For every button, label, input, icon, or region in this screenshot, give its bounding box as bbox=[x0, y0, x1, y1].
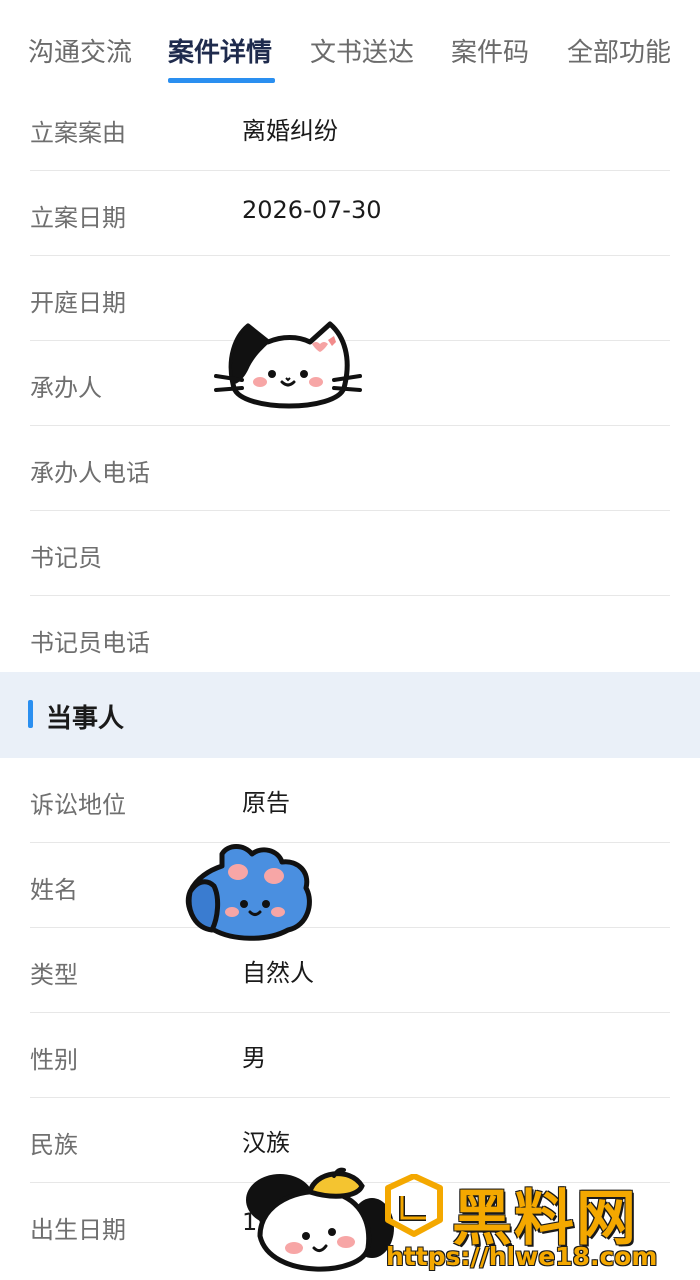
blue-creature-sticker-icon bbox=[185, 844, 312, 941]
detail-label: 承办人电话 bbox=[30, 459, 150, 487]
detail-label: 诉讼地位 bbox=[30, 791, 126, 819]
detail-label: 姓名 bbox=[30, 876, 78, 904]
detail-label: 立案日期 bbox=[30, 204, 126, 232]
tab-bar: 沟通交流 案件详情 文书送达 案件码 全部功能 bbox=[0, 0, 700, 90]
detail-value: 自然人 bbox=[242, 959, 314, 987]
detail-label: 承办人 bbox=[30, 374, 102, 402]
tab-document-delivery[interactable]: 文书送达 bbox=[310, 32, 414, 69]
detail-label: 出生日期 bbox=[30, 1216, 126, 1244]
detail-row-clerk: 书记员 bbox=[30, 511, 670, 596]
party-row-gender: 性别 男 bbox=[30, 1013, 670, 1098]
detail-row-cause: 立案案由 离婚纠纷 bbox=[30, 86, 670, 171]
tab-all-functions[interactable]: 全部功能 bbox=[567, 32, 671, 69]
party-row-litigation-status: 诉讼地位 原告 bbox=[30, 758, 670, 843]
party-row-type: 类型 自然人 bbox=[30, 928, 670, 1013]
detail-value: 原告 bbox=[242, 789, 290, 817]
cat-sticker-icon bbox=[214, 321, 362, 409]
party-row-name: 姓名 bbox=[30, 843, 670, 928]
detail-row-clerk-phone: 书记员电话 bbox=[30, 596, 670, 680]
detail-label: 民族 bbox=[30, 1131, 78, 1159]
detail-label: 书记员电话 bbox=[30, 629, 150, 657]
watermark-logo-icon bbox=[385, 1174, 443, 1237]
tab-case-code[interactable]: 案件码 bbox=[451, 32, 529, 69]
detail-label: 书记员 bbox=[30, 544, 102, 572]
detail-label: 立案案由 bbox=[30, 119, 126, 147]
party-section-header: 当事人 bbox=[0, 672, 700, 758]
site-watermark: 黑料网 https://hlwe18.com bbox=[380, 1168, 700, 1280]
watermark-url: https://hlwe18.com bbox=[386, 1242, 658, 1271]
section-accent-bar bbox=[28, 700, 33, 728]
detail-label: 性别 bbox=[30, 1046, 78, 1074]
detail-value: 2026-07-30 bbox=[242, 196, 382, 224]
detail-row-handler-phone: 承办人电话 bbox=[30, 426, 670, 511]
active-tab-indicator bbox=[168, 78, 275, 83]
detail-row-filing-date: 立案日期 2026-07-30 bbox=[30, 171, 670, 256]
tab-communication[interactable]: 沟通交流 bbox=[28, 32, 132, 69]
detail-label: 开庭日期 bbox=[30, 289, 126, 317]
detail-value: 男 bbox=[242, 1044, 266, 1072]
detail-label: 类型 bbox=[30, 961, 78, 989]
tab-case-details[interactable]: 案件详情 bbox=[168, 32, 272, 69]
section-title: 当事人 bbox=[46, 704, 125, 734]
detail-value: 离婚纠纷 bbox=[242, 117, 338, 145]
detail-value: 汉族 bbox=[242, 1129, 290, 1157]
bear-face-sticker-icon bbox=[246, 1167, 394, 1272]
